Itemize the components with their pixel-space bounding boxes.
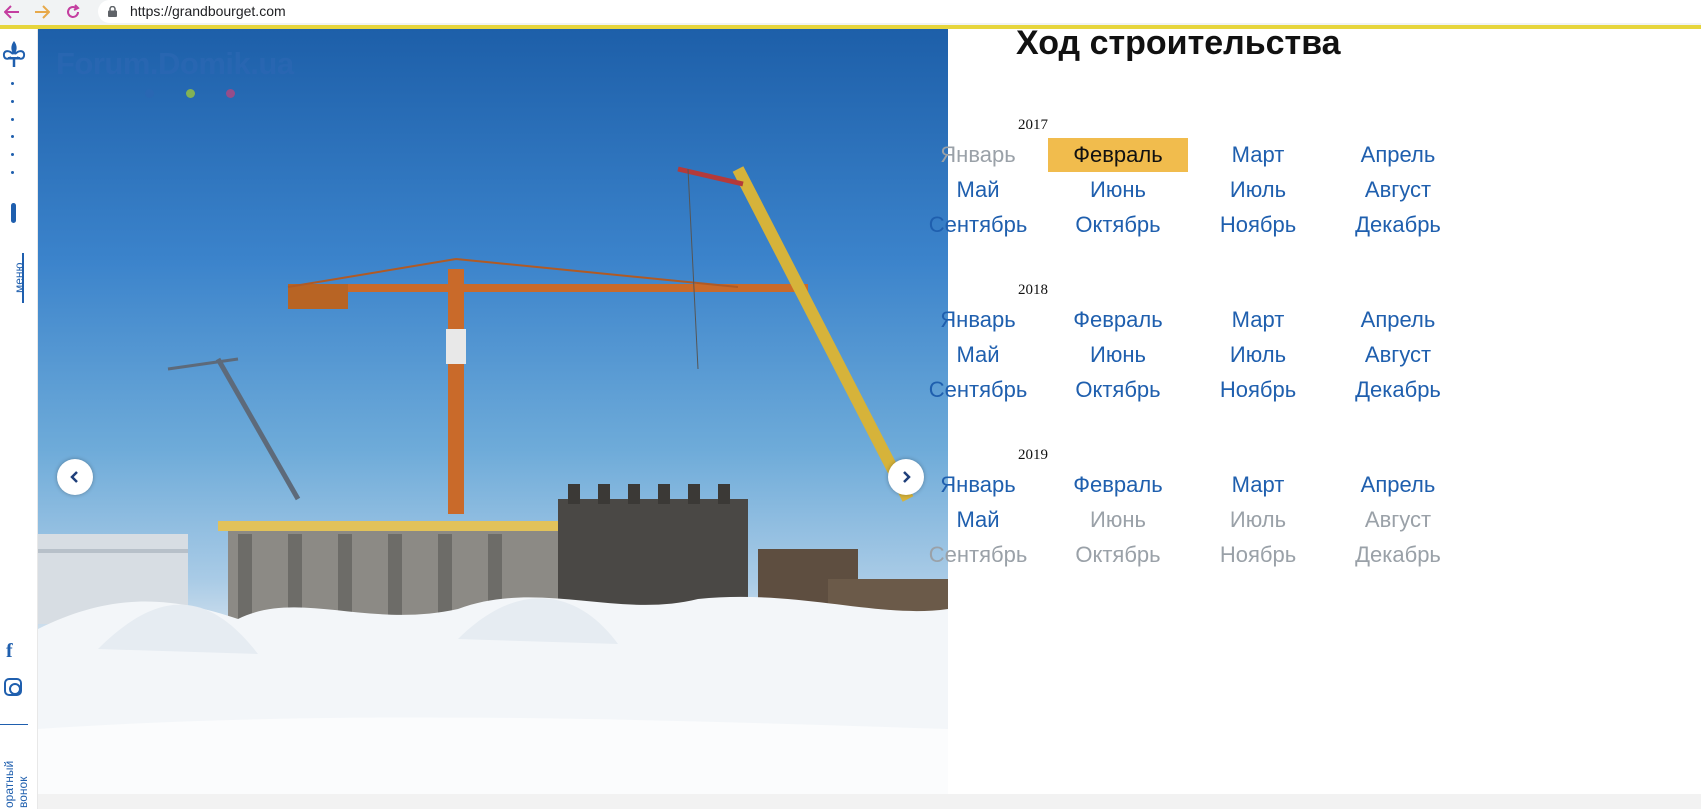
month-link[interactable]: Май: [908, 338, 1048, 372]
month-link[interactable]: Апрель: [1328, 138, 1468, 172]
watermark-dot: [226, 89, 235, 98]
page-title: Ход строительства: [1016, 24, 1341, 62]
month-link[interactable]: Май: [908, 173, 1048, 207]
facebook-icon[interactable]: f: [6, 640, 13, 663]
month-link: Декабрь: [1355, 542, 1441, 567]
watermark-text: Forum.Domik.ua: [56, 46, 294, 81]
month-link[interactable]: Апрель: [1328, 303, 1468, 337]
month-link[interactable]: Декабрь: [1328, 208, 1468, 242]
callback-label-line2: вонок: [16, 776, 30, 808]
month-link[interactable]: Июнь: [1048, 338, 1188, 372]
month-link[interactable]: Август: [1328, 173, 1468, 207]
month-link[interactable]: Май: [908, 503, 1048, 537]
fleur-de-lis-logo-icon[interactable]: [1, 39, 27, 69]
month-link[interactable]: Февраль: [1048, 468, 1188, 502]
slide-indicator-dot[interactable]: [11, 82, 14, 85]
month-link: Сентябрь: [928, 542, 1028, 567]
month-link[interactable]: Февраль: [1048, 303, 1188, 337]
month-link[interactable]: Ноябрь: [1188, 373, 1328, 407]
month-link[interactable]: Март: [1188, 303, 1328, 337]
month-link[interactable]: Август: [1328, 338, 1468, 372]
month-link: Январь: [940, 142, 1016, 167]
watermark-dot: [145, 89, 154, 98]
callback-link[interactable]: оратный вонок: [0, 748, 36, 809]
month-link[interactable]: Сентябрь: [908, 208, 1048, 242]
month-link: Август: [1364, 507, 1432, 532]
construction-site-illustration: [38, 166, 948, 794]
month-link[interactable]: Ноябрь: [1188, 208, 1328, 242]
back-arrow-icon[interactable]: [2, 2, 22, 22]
month-link[interactable]: Декабрь: [1328, 373, 1468, 407]
reload-icon[interactable]: [63, 2, 83, 22]
construction-photo: [38, 29, 948, 794]
slide-indicator-dot[interactable]: [11, 100, 14, 103]
month-link[interactable]: Октябрь: [1048, 373, 1188, 407]
slide-indicator-dot[interactable]: [11, 153, 14, 156]
browser-toolbar: https://grandbourget.com: [0, 0, 1701, 29]
year-heading: 2017: [1018, 117, 1048, 133]
month-link[interactable]: Июль: [1188, 173, 1328, 207]
month-link: Ноябрь: [1219, 542, 1297, 567]
instagram-icon[interactable]: [4, 678, 22, 696]
year-heading: 2018: [1018, 282, 1048, 298]
menu-toggle[interactable]: меню: [2, 253, 26, 303]
slide-indicator-dot[interactable]: [11, 135, 14, 138]
page-bottom-strip: [38, 794, 1701, 809]
sidebar-divider: [0, 724, 28, 725]
chevron-left-icon: [70, 471, 78, 483]
callback-label-line1: оратный: [2, 760, 16, 808]
menu-label: меню: [12, 262, 26, 293]
watermark-dot: [186, 89, 195, 98]
month-link[interactable]: Апрель: [1328, 468, 1468, 502]
month-link[interactable]: Январь: [908, 468, 1048, 502]
forward-arrow-icon[interactable]: [32, 2, 52, 22]
month-link[interactable]: Февраль: [1048, 138, 1188, 172]
month-link[interactable]: Март: [1188, 468, 1328, 502]
month-link: Октябрь: [1075, 542, 1161, 567]
gallery-prev-button[interactable]: [57, 459, 93, 495]
month-link: Июль: [1229, 507, 1287, 532]
url-text[interactable]: https://grandbourget.com: [130, 3, 286, 19]
month-link[interactable]: Март: [1188, 138, 1328, 172]
month-link[interactable]: Январь: [908, 303, 1048, 337]
address-bar[interactable]: [98, 0, 1701, 23]
month-link: Июнь: [1090, 507, 1146, 532]
month-link[interactable]: Июль: [1188, 338, 1328, 372]
year-heading: 2019: [1018, 447, 1048, 463]
lock-icon: [108, 6, 117, 17]
month-link[interactable]: Сентябрь: [908, 373, 1048, 407]
slide-indicator-dot[interactable]: [11, 171, 14, 174]
month-link[interactable]: Июнь: [1048, 173, 1188, 207]
slide-indicator-active[interactable]: [11, 203, 16, 223]
month-link[interactable]: Октябрь: [1048, 208, 1188, 242]
slide-indicator-dot[interactable]: [11, 118, 14, 121]
